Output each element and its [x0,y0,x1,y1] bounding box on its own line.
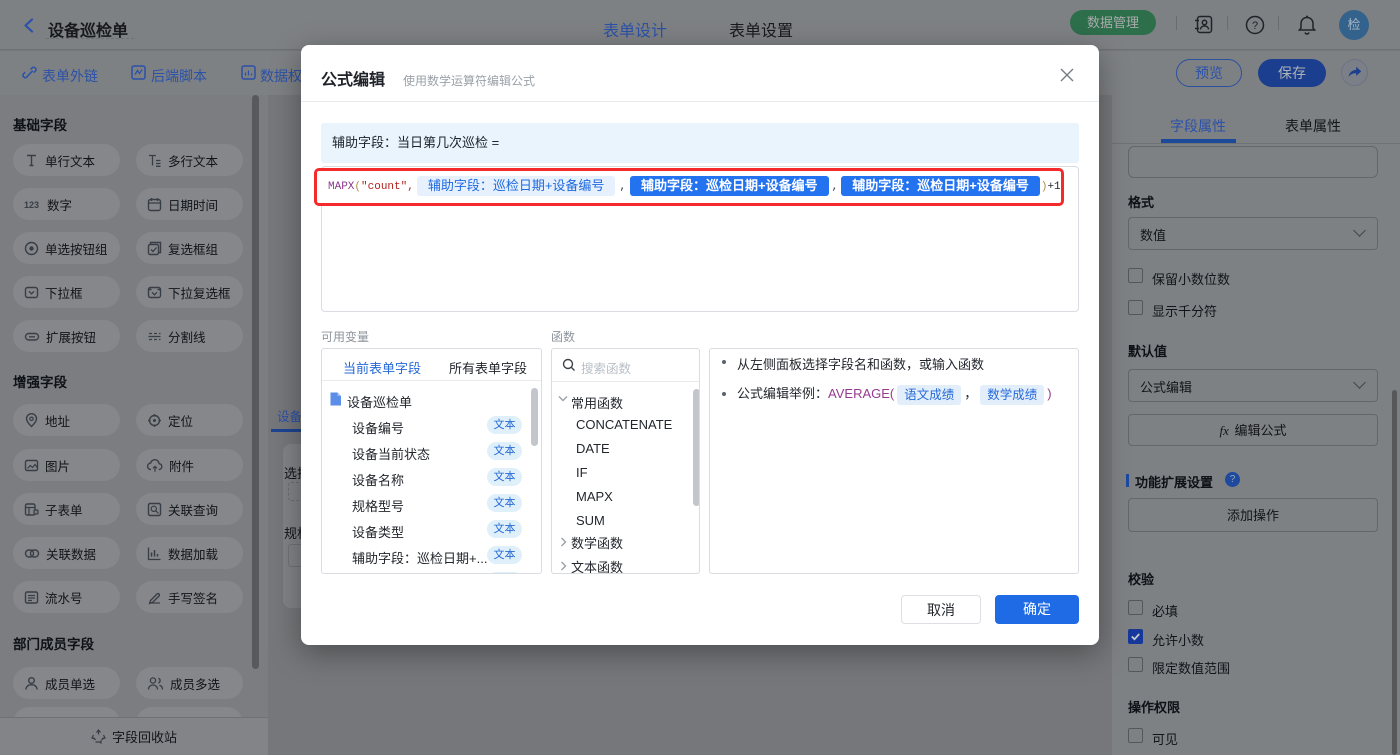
svg-text:?: ? [1252,20,1258,32]
svg-text:123: 123 [24,200,39,210]
